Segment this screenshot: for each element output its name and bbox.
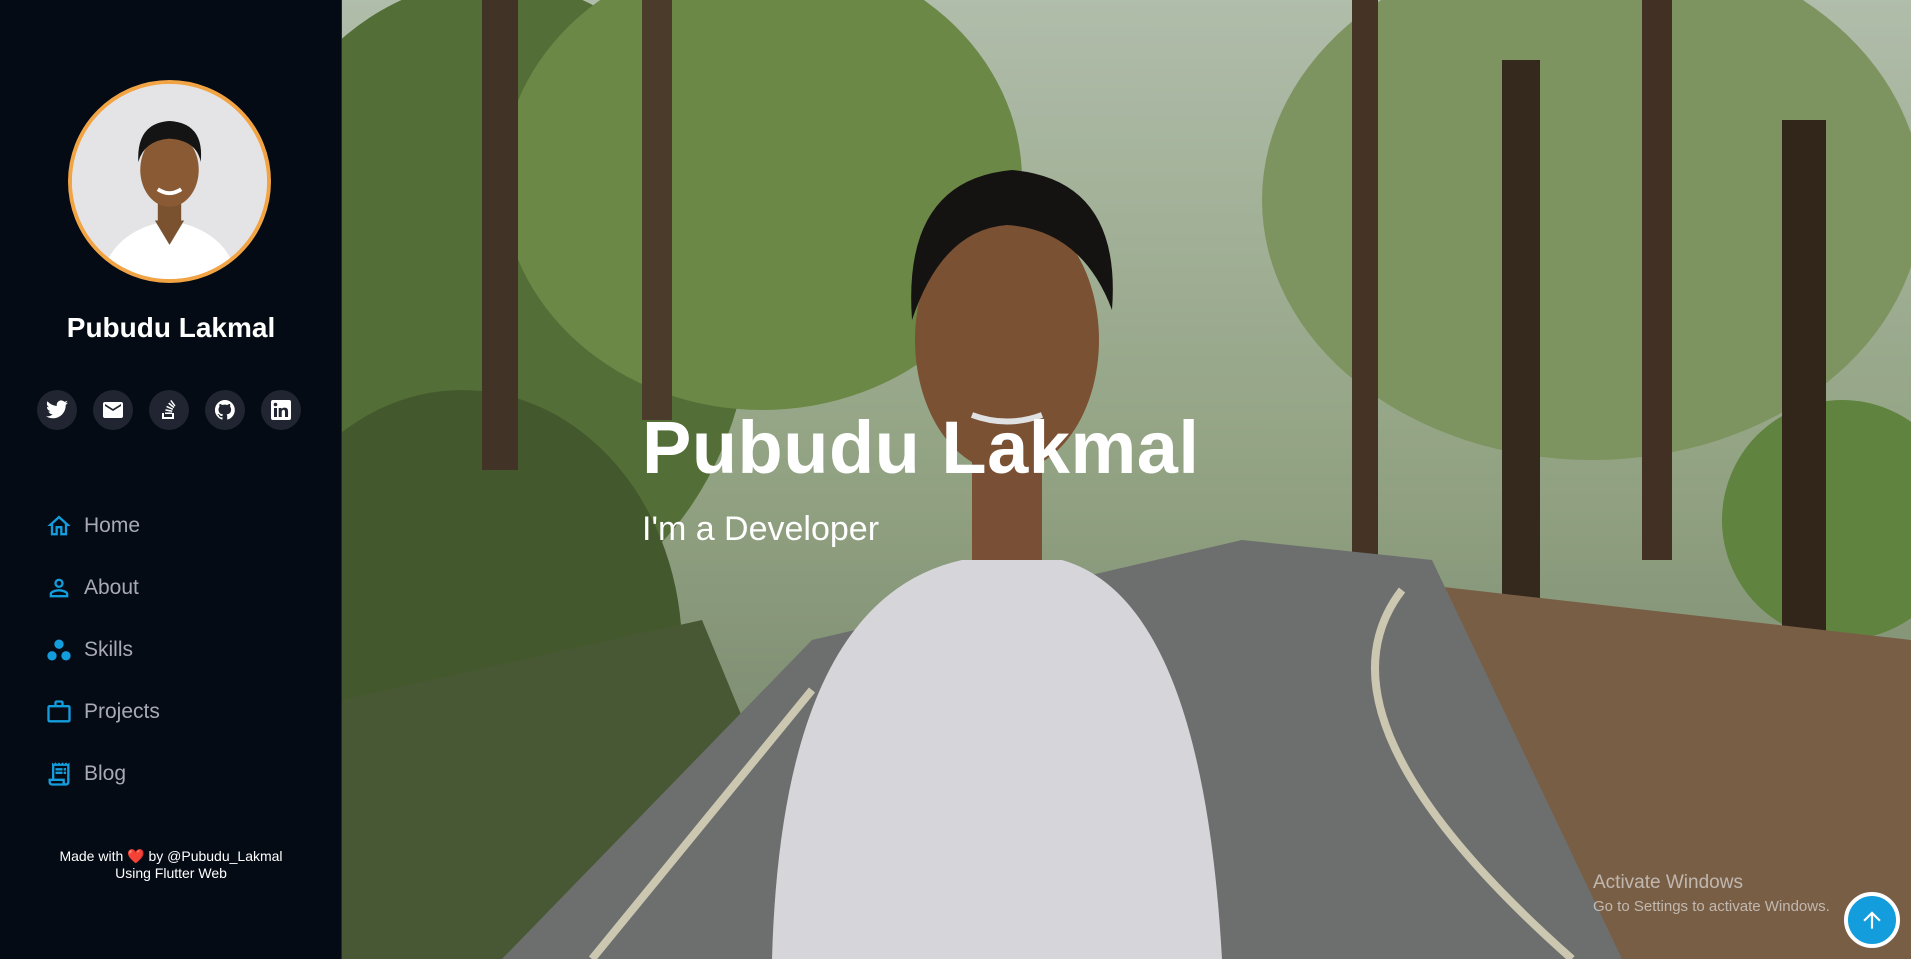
github-icon	[214, 399, 235, 420]
scroll-to-top-button[interactable]	[1844, 892, 1900, 948]
hero-title: Pubudu Lakmal	[642, 406, 1200, 489]
activate-windows-watermark: Activate Windows Go to Settings to activ…	[1593, 872, 1830, 915]
nav-item-about[interactable]: About	[45, 557, 160, 619]
profile-name: Pubudu Lakmal	[66, 312, 276, 343]
footer-tech: Using Flutter Web	[115, 865, 227, 881]
nav-item-home[interactable]: Home	[45, 495, 160, 557]
stackoverflow-icon	[162, 400, 176, 419]
home-icon	[45, 512, 73, 540]
nav-label-blog: Blog	[84, 762, 127, 785]
workspaces-icon	[45, 636, 73, 664]
twitter-button[interactable]	[37, 390, 77, 430]
footer-made-with: Made with	[59, 848, 124, 864]
nav-item-projects[interactable]: Projects	[45, 681, 160, 743]
person-icon	[45, 574, 73, 602]
footer-credit: Made with ❤️ by @Pubudu_Lakmal	[0, 848, 342, 865]
nav-label-home: Home	[84, 514, 141, 537]
hero-subtitle: I'm a Developer	[642, 510, 880, 548]
heart-icon: ❤️	[127, 848, 145, 864]
nav-label-projects: Projects	[84, 700, 160, 723]
sidebar: Pubudu Lakmal Home About Skills Projects…	[0, 0, 342, 959]
twitter-icon	[46, 400, 68, 419]
avatar	[68, 80, 271, 283]
email-button[interactable]	[93, 390, 133, 430]
receipt-icon	[45, 760, 73, 788]
social-links	[37, 390, 301, 430]
arrow-up-icon	[1863, 911, 1881, 929]
briefcase-icon	[45, 698, 73, 726]
stackoverflow-button[interactable]	[149, 390, 189, 430]
linkedin-button[interactable]	[261, 390, 301, 430]
footer-author: by @Pubudu_Lakmal	[148, 848, 283, 864]
linkedin-icon	[271, 400, 291, 420]
hero-section: Pubudu Lakmal I'm a Developer Activate W…	[342, 0, 1911, 959]
watermark-line1: Activate Windows	[1593, 872, 1743, 893]
main-nav: Home About Skills Projects Blog	[45, 495, 160, 805]
nav-item-skills[interactable]: Skills	[45, 619, 160, 681]
profile-photo	[72, 84, 267, 279]
mail-icon	[103, 402, 123, 418]
nav-label-skills: Skills	[84, 638, 134, 661]
nav-label-about: About	[84, 576, 139, 599]
watermark-line2: Go to Settings to activate Windows.	[1593, 898, 1830, 915]
github-button[interactable]	[205, 390, 245, 430]
footer: Made with ❤️ by @Pubudu_Lakmal Using Flu…	[0, 848, 342, 882]
nav-item-blog[interactable]: Blog	[45, 743, 160, 805]
